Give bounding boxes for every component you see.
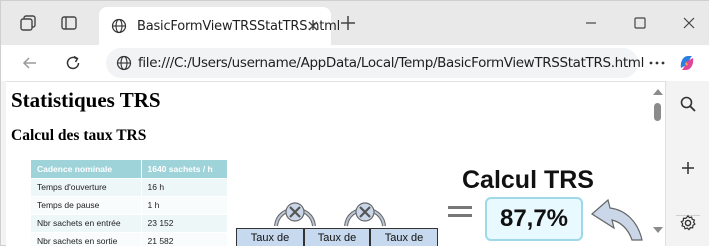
scroll-up-icon[interactable]: [653, 89, 663, 95]
gear-icon[interactable]: [678, 213, 698, 233]
table-row: Temps de pause 1 h: [31, 196, 227, 215]
table-cell: Nbr sachets en entrée: [31, 214, 141, 233]
section-title: Calcul des taux TRS: [11, 127, 147, 144]
table-cell: Temps d'ouverture: [31, 178, 141, 197]
stats-table: Cadence nominale 1640 sachets / h Temps …: [31, 160, 227, 246]
workspaces-icon[interactable]: [18, 13, 38, 33]
page-viewport: Statistiques TRS Calcul des taux TRS Cad…: [6, 81, 665, 246]
copilot-icon[interactable]: [676, 52, 698, 74]
table-cell: Temps de pause: [31, 196, 141, 215]
table-header-row: Cadence nominale 1640 sachets / h: [31, 160, 227, 179]
rate-box: Taux de: [370, 228, 438, 246]
back-arrow-icon[interactable]: [19, 52, 41, 74]
table-header-cell: Cadence nominale: [31, 160, 141, 179]
table-cell: 16 h: [140, 178, 227, 197]
table-row: Nbr sachets en entrée 23 152: [31, 214, 227, 233]
address-bar[interactable]: file:///C:/Users/username/AppData/Local/…: [106, 48, 644, 78]
table-header-cell: 1640 sachets / h: [140, 160, 227, 179]
multiply-arrow-icon: [344, 202, 386, 227]
vertical-scrollbar[interactable]: [650, 83, 664, 246]
close-window-icon[interactable]: [677, 11, 701, 35]
trs-result: 87,7%: [485, 197, 583, 241]
multiply-arrow-icon: [274, 202, 316, 227]
scroll-thumb[interactable]: [654, 103, 661, 121]
more-icon[interactable]: [646, 52, 668, 74]
minimize-icon[interactable]: [579, 11, 603, 35]
curved-arrow-icon: [591, 198, 643, 241]
table-cell: 1 h: [140, 196, 227, 215]
new-tab-icon[interactable]: [338, 13, 358, 33]
scroll-down-icon[interactable]: [653, 227, 663, 233]
table-cell: Nbr sachets en sortie: [31, 232, 141, 246]
url-text: file:///C:/Users/username/AppData/Local/…: [138, 55, 644, 71]
tab-active[interactable]: BasicFormViewTRSStatTRS.html: [99, 7, 340, 45]
table-row: Temps d'ouverture 16 h: [31, 178, 227, 197]
table-row: Nbr sachets en sortie 21 582: [31, 232, 227, 246]
maximize-icon[interactable]: [628, 11, 652, 35]
tab-strip: BasicFormViewTRSStatTRS.html: [1, 1, 709, 45]
equals-icon: [448, 206, 472, 217]
rate-box: Taux de: [236, 228, 304, 246]
page-title: Statistiques TRS: [11, 88, 161, 112]
search-icon[interactable]: [678, 94, 698, 114]
refresh-icon[interactable]: [62, 52, 84, 74]
tab-actions-icon[interactable]: [59, 13, 79, 33]
globe-icon: [116, 55, 132, 71]
browser-sidebar: [665, 81, 709, 246]
table-cell: 23 152: [140, 214, 227, 233]
table-cell: 21 582: [140, 232, 227, 246]
calc-title: Calcul TRS: [462, 166, 594, 194]
browser-toolbar: file:///C:/Users/username/AppData/Local/…: [1, 45, 709, 81]
globe-icon: [111, 18, 127, 34]
add-icon[interactable]: [678, 158, 698, 178]
browser-window: BasicFormViewTRSStatTRS.html file:///C:/…: [0, 0, 709, 246]
close-tab-icon[interactable]: [305, 18, 321, 34]
rate-box: Taux de: [304, 228, 370, 246]
